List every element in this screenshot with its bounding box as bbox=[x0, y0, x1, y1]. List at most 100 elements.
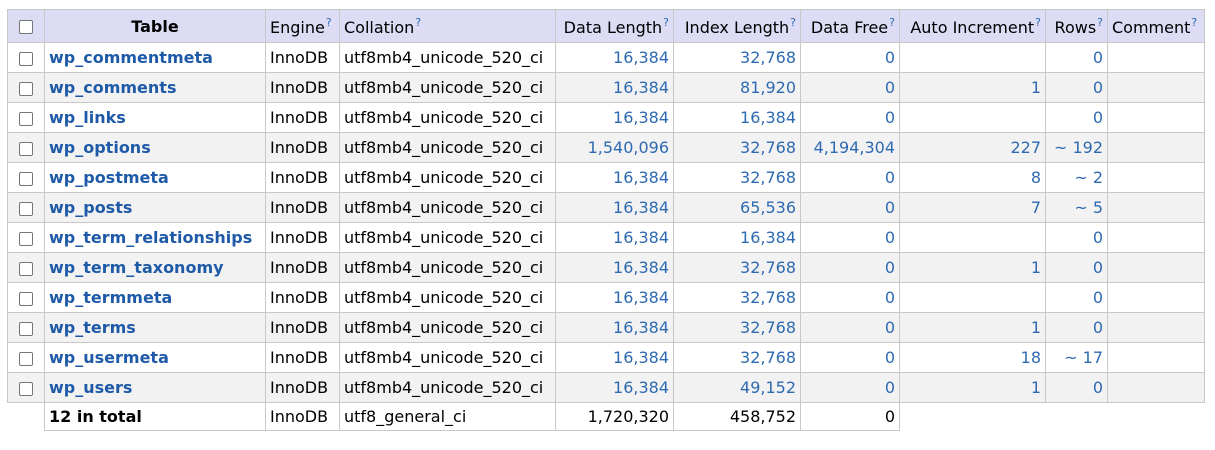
total-data-length: 1,720,320 bbox=[555, 402, 674, 431]
collation-cell: utf8mb4_unicode_520_ci bbox=[339, 372, 556, 403]
table-name: wp_users bbox=[44, 372, 266, 403]
row-select-checkbox[interactable] bbox=[19, 201, 33, 216]
table-name-link[interactable]: wp_usermeta bbox=[49, 348, 169, 367]
rows-count-link[interactable]: 0 bbox=[1093, 48, 1103, 67]
row-select-checkbox[interactable] bbox=[19, 321, 33, 336]
table-name-link[interactable]: wp_term_relationships bbox=[49, 228, 252, 247]
row-checkbox-cell bbox=[7, 372, 45, 403]
col-header-collation[interactable]: Collation? bbox=[339, 9, 556, 43]
row-select-checkbox[interactable] bbox=[19, 381, 33, 396]
rows-help-icon[interactable]: ? bbox=[1097, 16, 1103, 29]
table-name-link[interactable]: wp_termmeta bbox=[49, 288, 172, 307]
col-header-collation-label: Collation bbox=[344, 17, 415, 37]
total-index-length: 458,752 bbox=[673, 402, 801, 431]
rows-count-link[interactable]: 0 bbox=[1093, 228, 1103, 247]
collation-cell: utf8mb4_unicode_520_ci bbox=[339, 162, 556, 193]
index-length-cell: 32,768 bbox=[673, 162, 801, 193]
table-row: wp_terms InnoDB utf8mb4_unicode_520_ci 16,3… bbox=[7, 312, 1205, 343]
select-all-checkbox[interactable] bbox=[19, 20, 33, 34]
comment-cell bbox=[1107, 252, 1205, 283]
col-header-index-length[interactable]: Index Length? bbox=[673, 9, 801, 43]
rows-count-link[interactable]: 0 bbox=[1093, 78, 1103, 97]
total-label: 12 in total bbox=[44, 402, 266, 431]
rows-count-link[interactable]: 0 bbox=[1093, 288, 1103, 307]
data-free-cell: 0 bbox=[800, 282, 900, 313]
table-row: wp_commentmeta InnoDB utf8mb4_unicode_520_… bbox=[7, 42, 1205, 73]
engine-help-icon[interactable]: ? bbox=[326, 16, 332, 29]
table-row: wp_term_relationships InnoDB utf8mb4_unico… bbox=[7, 222, 1205, 253]
col-header-engine[interactable]: Engine? bbox=[265, 9, 340, 43]
auto-increment-cell: 1 bbox=[899, 372, 1046, 403]
row-select-checkbox[interactable] bbox=[19, 51, 33, 66]
col-header-table[interactable]: Table bbox=[44, 9, 266, 43]
auto-increment-cell bbox=[899, 42, 1046, 73]
row-select-checkbox[interactable] bbox=[19, 111, 33, 126]
index-length-cell: 16,384 bbox=[673, 102, 801, 133]
table-body: wp_commentmeta InnoDB utf8mb4_unicode_520_… bbox=[7, 42, 1205, 403]
table-name-link[interactable]: wp_users bbox=[49, 378, 132, 397]
rows-count-link[interactable]: ~ 5 bbox=[1074, 198, 1103, 217]
auto-increment-cell bbox=[899, 102, 1046, 133]
data-length-cell: 16,384 bbox=[555, 312, 674, 343]
row-select-checkbox[interactable] bbox=[19, 351, 33, 366]
row-select-checkbox[interactable] bbox=[19, 291, 33, 306]
table-name-link[interactable]: wp_options bbox=[49, 138, 151, 157]
auto-increment-help-icon[interactable]: ? bbox=[1035, 16, 1041, 29]
col-header-rows-label: Rows bbox=[1054, 17, 1097, 37]
table-name-link[interactable]: wp_term_taxonomy bbox=[49, 258, 224, 277]
data-length-help-icon[interactable]: ? bbox=[663, 16, 669, 29]
data-free-help-icon[interactable]: ? bbox=[889, 16, 895, 29]
data-length-cell: 1,540,096 bbox=[555, 132, 674, 163]
col-header-data-free[interactable]: Data Free? bbox=[800, 9, 900, 43]
table-name-link[interactable]: wp_comments bbox=[49, 78, 176, 97]
comment-help-icon[interactable]: ? bbox=[1191, 16, 1197, 29]
index-length-cell: 49,152 bbox=[673, 372, 801, 403]
row-select-checkbox[interactable] bbox=[19, 171, 33, 186]
rows-count-cell: 0 bbox=[1045, 372, 1108, 403]
table-name: wp_term_relationships bbox=[44, 222, 266, 253]
row-select-checkbox[interactable] bbox=[19, 141, 33, 156]
table-name-link[interactable]: wp_links bbox=[49, 108, 126, 127]
table-row: wp_termmeta InnoDB utf8mb4_unicode_520_ci 1… bbox=[7, 282, 1205, 313]
table-name: wp_postmeta bbox=[44, 162, 266, 193]
table-name-link[interactable]: wp_posts bbox=[49, 198, 132, 217]
data-free-cell: 0 bbox=[800, 222, 900, 253]
auto-increment-cell: 1 bbox=[899, 72, 1046, 103]
row-checkbox-cell bbox=[7, 342, 45, 373]
index-length-cell: 32,768 bbox=[673, 342, 801, 373]
collation-help-icon[interactable]: ? bbox=[415, 16, 421, 29]
table-name-link[interactable]: wp_commentmeta bbox=[49, 48, 213, 67]
col-header-table-label: Table bbox=[131, 16, 179, 36]
rows-count-cell: 0 bbox=[1045, 42, 1108, 73]
row-checkbox-cell bbox=[7, 102, 45, 133]
rows-count-link[interactable]: ~ 192 bbox=[1054, 138, 1103, 157]
row-select-checkbox[interactable] bbox=[19, 231, 33, 246]
table-name-link[interactable]: wp_postmeta bbox=[49, 168, 169, 187]
table-name: wp_links bbox=[44, 102, 266, 133]
rows-count-link[interactable]: ~ 2 bbox=[1074, 168, 1103, 187]
rows-count-link[interactable]: 0 bbox=[1093, 318, 1103, 337]
comment-cell bbox=[1107, 132, 1205, 163]
col-header-auto-increment[interactable]: Auto Increment? bbox=[899, 9, 1046, 43]
col-header-rows[interactable]: Rows? bbox=[1045, 9, 1108, 43]
index-length-cell: 32,768 bbox=[673, 282, 801, 313]
total-engine: InnoDB bbox=[265, 402, 340, 431]
index-length-help-icon[interactable]: ? bbox=[790, 16, 796, 29]
row-select-checkbox[interactable] bbox=[19, 261, 33, 276]
col-header-comment[interactable]: Comment? bbox=[1107, 9, 1205, 43]
col-header-data-length[interactable]: Data Length? bbox=[555, 9, 674, 43]
table-name: wp_term_taxonomy bbox=[44, 252, 266, 283]
rows-count-link[interactable]: 0 bbox=[1093, 258, 1103, 277]
table-name-link[interactable]: wp_terms bbox=[49, 318, 136, 337]
data-free-cell: 0 bbox=[800, 252, 900, 283]
row-select-checkbox[interactable] bbox=[19, 81, 33, 96]
engine-cell: InnoDB bbox=[265, 222, 340, 253]
rows-count-cell: 0 bbox=[1045, 222, 1108, 253]
total-data-free: 0 bbox=[800, 402, 900, 431]
auto-increment-cell: 7 bbox=[899, 192, 1046, 223]
rows-count-link[interactable]: 0 bbox=[1093, 108, 1103, 127]
table-name: wp_commentmeta bbox=[44, 42, 266, 73]
rows-count-link[interactable]: ~ 17 bbox=[1064, 348, 1103, 367]
engine-cell: InnoDB bbox=[265, 342, 340, 373]
rows-count-link[interactable]: 0 bbox=[1093, 378, 1103, 397]
